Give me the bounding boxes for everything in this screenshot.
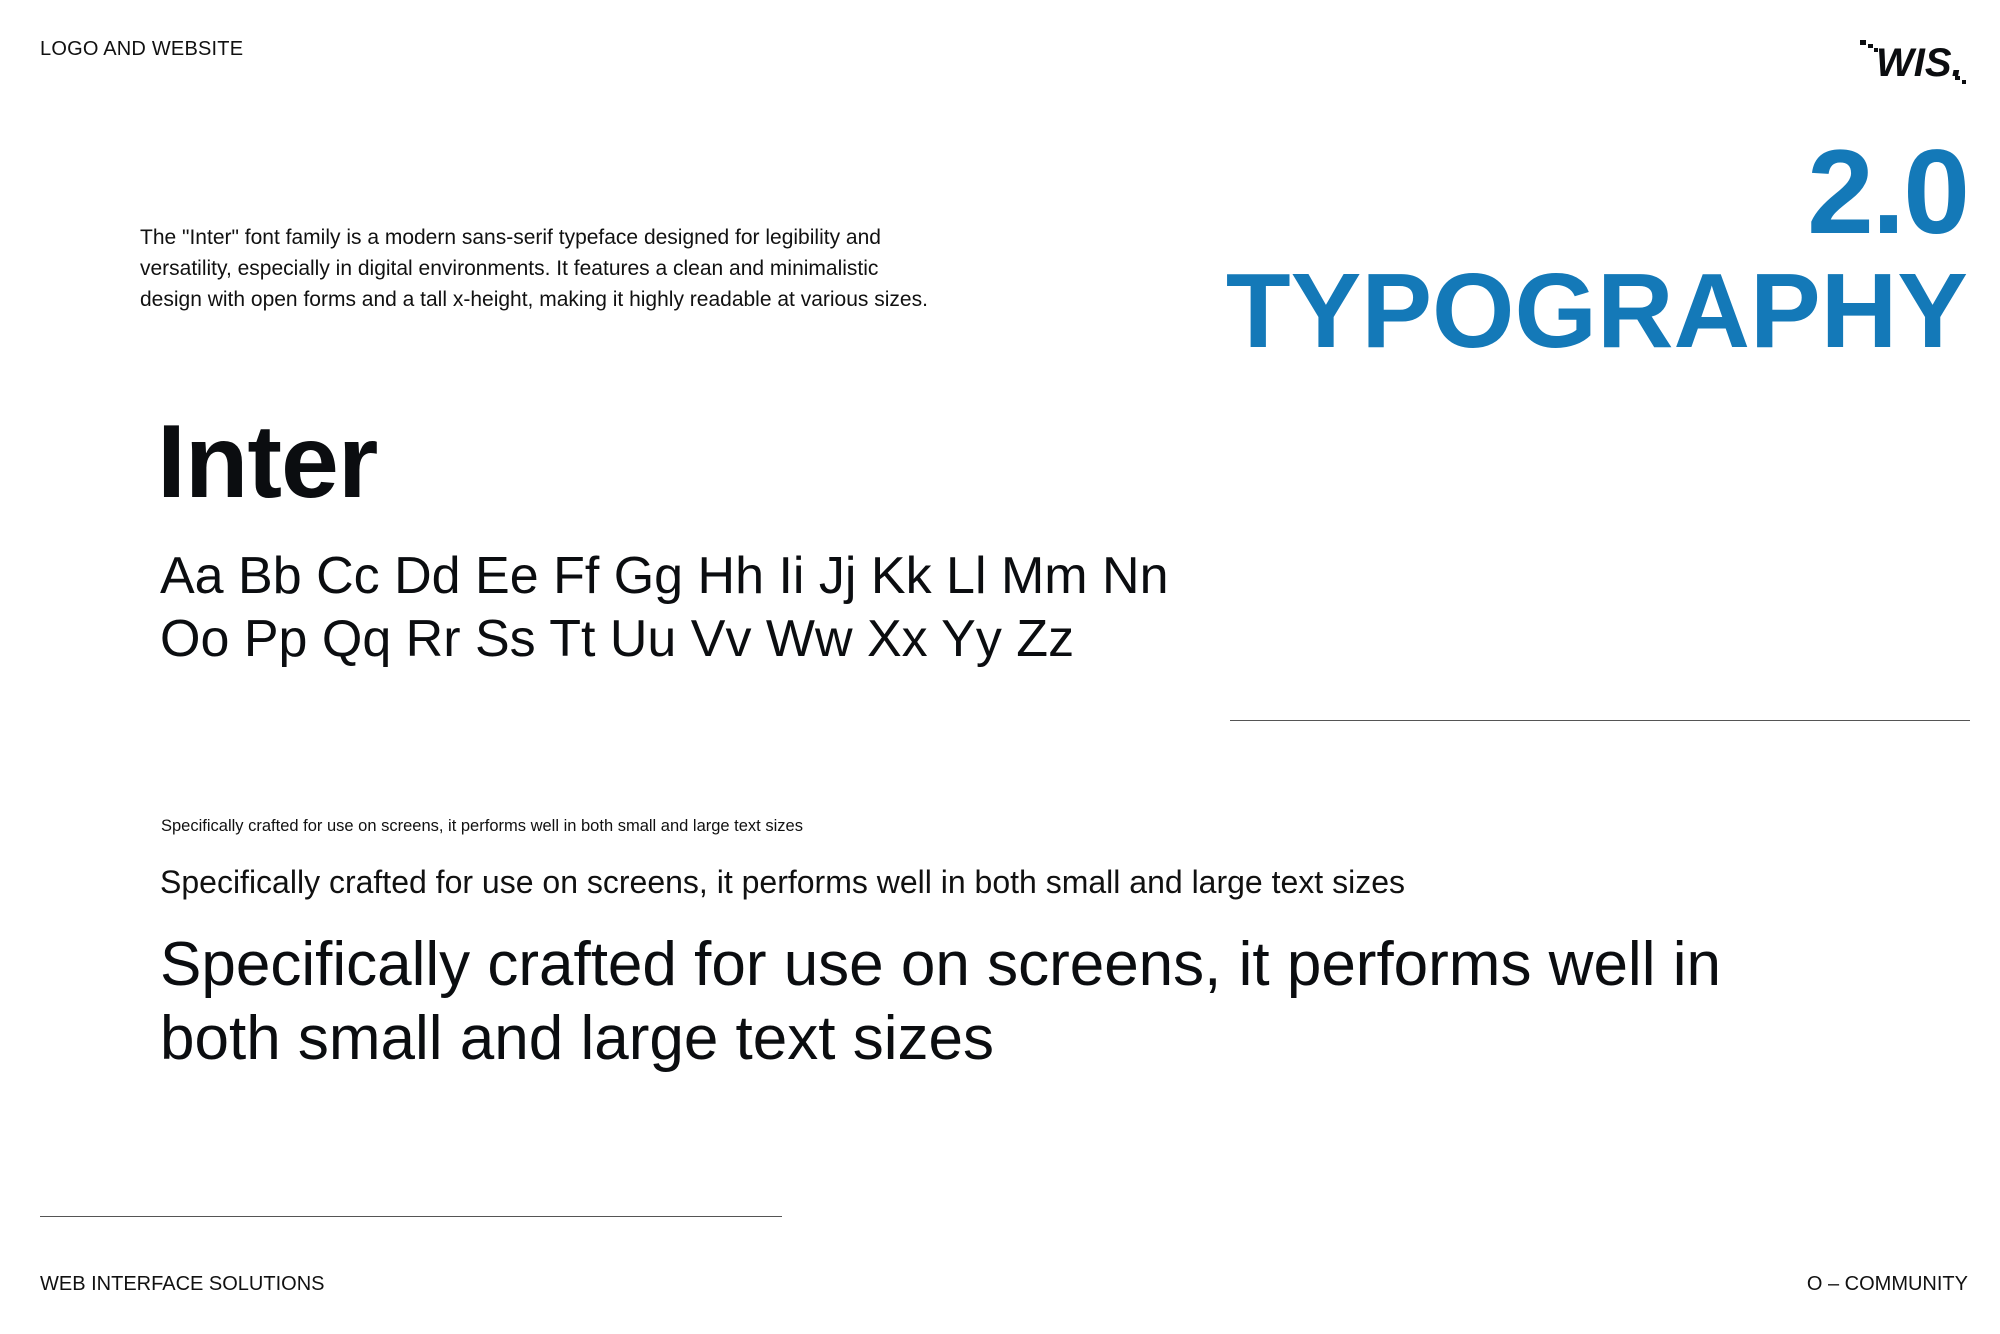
- section-number: 2.0: [1807, 125, 1970, 259]
- logo-pixel: [1868, 44, 1873, 48]
- font-name-heading: Inter: [157, 404, 378, 520]
- logo-pixel: [1955, 76, 1960, 80]
- divider-right: [1230, 720, 1970, 721]
- footer-community: O – COMMUNITY: [1806, 1273, 1968, 1295]
- intro-paragraph: The "Inter" font family is a modern sans…: [140, 226, 928, 311]
- sample-text-medium: Specifically crafted for use on screens,…: [160, 864, 1405, 900]
- section-title: TYPOGRAPHY: [1225, 252, 1968, 370]
- alphabet-specimen: Aa Bb Cc Dd Ee Ff Gg Hh Ii Jj Kk Ll Mm N…: [160, 545, 1169, 671]
- footer-company: WEB INTERFACE SOLUTIONS: [40, 1273, 325, 1295]
- logo-pixel: [1962, 80, 1966, 84]
- divider-bottom: [40, 1216, 782, 1217]
- alphabet-line-2: Oo Pp Qq Rr Ss Tt Uu Vv Ww Xx Yy Zz: [160, 610, 1075, 668]
- sample-text-large: Specifically crafted for use on screens,…: [160, 930, 1721, 1073]
- logo-pixel: [1860, 40, 1866, 45]
- sample-text-small: Specifically crafted for use on screens,…: [161, 817, 803, 835]
- alphabet-line-1: Aa Bb Cc Dd Ee Ff Gg Hh Ii Jj Kk Ll Mm N…: [160, 547, 1169, 605]
- header-label: LOGO AND WEBSITE: [40, 38, 244, 60]
- logo-text: WIS.: [1876, 41, 1963, 85]
- wis-logo: WIS.: [1860, 40, 1966, 85]
